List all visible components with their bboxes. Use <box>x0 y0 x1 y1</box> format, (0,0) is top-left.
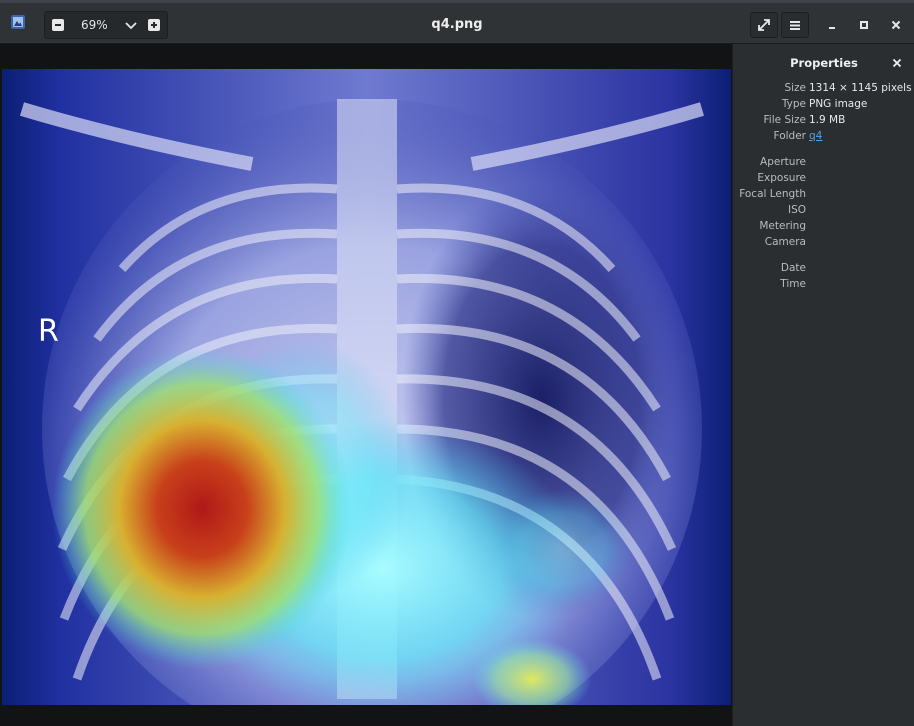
header-bar: 69% q4.png <box>0 0 914 44</box>
properties-panel: Properties Size 1314 × 1145 pixels Type … <box>732 44 914 726</box>
zoom-dropdown-button[interactable] <box>123 17 139 33</box>
minimize-button[interactable] <box>822 15 842 35</box>
zoom-level[interactable]: 69% <box>81 18 108 32</box>
minimize-icon <box>829 27 835 29</box>
property-label: Exposure <box>757 172 806 184</box>
property-label: Focal Length <box>739 188 806 200</box>
property-value: PNG image <box>809 98 868 110</box>
image-side-marker: R <box>38 314 59 349</box>
zoom-in-button[interactable] <box>143 15 165 35</box>
image-canvas[interactable]: R <box>0 44 732 726</box>
maximize-button[interactable] <box>854 15 874 35</box>
property-label: Metering <box>759 220 806 232</box>
property-label: Type <box>781 98 806 110</box>
close-icon <box>891 20 901 30</box>
property-focal-length: Focal Length <box>733 188 914 204</box>
property-value: 1314 × 1145 pixels <box>809 82 912 94</box>
property-folder: Folder q4 <box>733 130 914 146</box>
fullscreen-icon <box>758 19 770 31</box>
property-exposure: Exposure <box>733 172 914 188</box>
plus-icon <box>148 19 160 31</box>
property-label: Date <box>780 262 806 274</box>
menu-button[interactable] <box>781 12 809 38</box>
zoom-control: 69% <box>44 11 168 39</box>
properties-close-button[interactable] <box>890 56 904 70</box>
properties-title: Properties <box>790 56 858 70</box>
property-label: Time <box>780 278 806 290</box>
xray-heatmap-image: R <box>2 69 731 705</box>
property-label: Aperture <box>760 156 806 168</box>
property-label: Folder <box>773 130 806 142</box>
folder-link[interactable]: q4 <box>809 130 822 142</box>
property-file-size: File Size 1.9 MB <box>733 114 914 130</box>
property-iso: ISO <box>733 204 914 220</box>
property-label: ISO <box>787 204 806 216</box>
close-button[interactable] <box>886 15 906 35</box>
chevron-down-icon <box>125 22 137 30</box>
property-camera: Camera <box>733 236 914 252</box>
property-type: Type PNG image <box>733 98 914 114</box>
minus-icon <box>52 19 64 31</box>
hamburger-menu-icon <box>790 21 800 30</box>
fullscreen-button[interactable] <box>750 12 778 38</box>
property-metering: Metering <box>733 220 914 236</box>
maximize-icon <box>860 21 868 29</box>
property-label: Size <box>784 82 806 94</box>
property-label: File Size <box>763 114 806 126</box>
property-size: Size 1314 × 1145 pixels <box>733 82 914 98</box>
zoom-out-button[interactable] <box>47 15 69 35</box>
close-icon <box>892 58 902 68</box>
property-date: Date <box>733 262 914 278</box>
property-value: 1.9 MB <box>809 114 846 126</box>
property-aperture: Aperture <box>733 156 914 172</box>
property-time: Time <box>733 278 914 294</box>
app-image-icon <box>10 14 26 30</box>
property-label: Camera <box>764 236 806 248</box>
